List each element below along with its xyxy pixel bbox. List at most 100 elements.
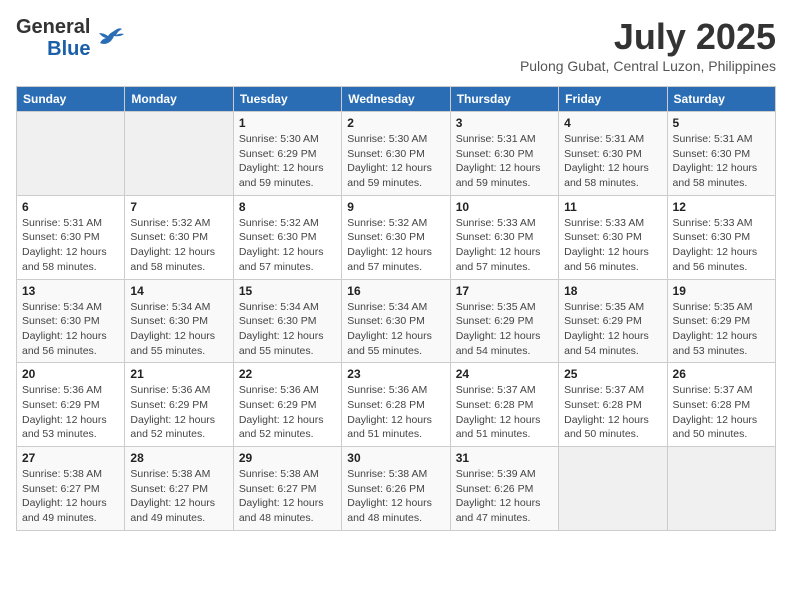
calendar-day-cell: 4 Sunrise: 5:31 AM Sunset: 6:30 PM Daylig…: [559, 112, 667, 196]
calendar-day-cell: 18 Sunrise: 5:35 AM Sunset: 6:29 PM Dayli…: [559, 279, 667, 363]
day-number: 28: [130, 451, 227, 465]
day-detail: Sunrise: 5:31 AM Sunset: 6:30 PM Dayligh…: [564, 132, 661, 191]
day-of-week-header: Monday: [125, 87, 233, 112]
calendar-day-cell: [17, 112, 125, 196]
day-detail: Sunrise: 5:37 AM Sunset: 6:28 PM Dayligh…: [564, 383, 661, 442]
location-subtitle: Pulong Gubat, Central Luzon, Philippines: [520, 58, 776, 74]
calendar-day-cell: 29 Sunrise: 5:38 AM Sunset: 6:27 PM Dayli…: [233, 447, 341, 531]
calendar-day-cell: 31Sunrise: 5:39 AM Sunset: 6:26 PM Dayli…: [450, 447, 558, 531]
day-number: 27: [22, 451, 119, 465]
calendar-day-cell: [559, 447, 667, 531]
day-detail: Sunrise: 5:32 AM Sunset: 6:30 PM Dayligh…: [239, 216, 336, 275]
calendar-day-cell: 13Sunrise: 5:34 AM Sunset: 6:30 PM Dayli…: [17, 279, 125, 363]
calendar-week-row: 6 Sunrise: 5:31 AM Sunset: 6:30 PM Daylig…: [17, 195, 776, 279]
calendar-day-cell: 27 Sunrise: 5:38 AM Sunset: 6:27 PM Dayli…: [17, 447, 125, 531]
calendar-day-cell: 22 Sunrise: 5:36 AM Sunset: 6:29 PM Dayli…: [233, 363, 341, 447]
calendar-day-cell: 12Sunrise: 5:33 AM Sunset: 6:30 PM Dayli…: [667, 195, 775, 279]
calendar-day-cell: [125, 112, 233, 196]
calendar-day-cell: 16 Sunrise: 5:34 AM Sunset: 6:30 PM Dayli…: [342, 279, 450, 363]
day-number: 17: [456, 284, 553, 298]
day-detail: Sunrise: 5:31 AM Sunset: 6:30 PM Dayligh…: [22, 216, 119, 275]
day-detail: Sunrise: 5:36 AM Sunset: 6:28 PM Dayligh…: [347, 383, 444, 442]
day-detail: Sunrise: 5:34 AM Sunset: 6:30 PM Dayligh…: [130, 300, 227, 359]
calendar-day-cell: 23 Sunrise: 5:36 AM Sunset: 6:28 PM Dayli…: [342, 363, 450, 447]
calendar-day-cell: 11 Sunrise: 5:33 AM Sunset: 6:30 PM Dayli…: [559, 195, 667, 279]
day-detail: Sunrise: 5:37 AM Sunset: 6:28 PM Dayligh…: [673, 383, 770, 442]
day-number: 9: [347, 200, 444, 214]
day-of-week-header: Tuesday: [233, 87, 341, 112]
day-detail: Sunrise: 5:31 AM Sunset: 6:30 PM Dayligh…: [456, 132, 553, 191]
logo: General Blue: [16, 16, 124, 60]
calendar-day-cell: 25 Sunrise: 5:37 AM Sunset: 6:28 PM Dayli…: [559, 363, 667, 447]
day-detail: Sunrise: 5:30 AM Sunset: 6:30 PM Dayligh…: [347, 132, 444, 191]
day-number: 3: [456, 116, 553, 130]
day-number: 5: [673, 116, 770, 130]
day-of-week-header: Sunday: [17, 87, 125, 112]
logo-bird-icon: [94, 23, 124, 53]
day-number: 22: [239, 367, 336, 381]
day-of-week-header: Thursday: [450, 87, 558, 112]
day-detail: Sunrise: 5:30 AM Sunset: 6:29 PM Dayligh…: [239, 132, 336, 191]
day-detail: Sunrise: 5:36 AM Sunset: 6:29 PM Dayligh…: [22, 383, 119, 442]
calendar-day-cell: 15 Sunrise: 5:34 AM Sunset: 6:30 PM Dayli…: [233, 279, 341, 363]
day-number: 21: [130, 367, 227, 381]
calendar-day-cell: 5 Sunrise: 5:31 AM Sunset: 6:30 PM Daylig…: [667, 112, 775, 196]
calendar-day-cell: 19Sunrise: 5:35 AM Sunset: 6:29 PM Dayli…: [667, 279, 775, 363]
page-header: General Blue July 2025 Pulong Gubat, Cen…: [16, 16, 776, 74]
day-number: 16: [347, 284, 444, 298]
calendar-day-cell: [667, 447, 775, 531]
day-number: 10: [456, 200, 553, 214]
day-number: 15: [239, 284, 336, 298]
calendar-day-cell: 6 Sunrise: 5:31 AM Sunset: 6:30 PM Daylig…: [17, 195, 125, 279]
day-detail: Sunrise: 5:38 AM Sunset: 6:27 PM Dayligh…: [130, 467, 227, 526]
calendar-day-cell: 3 Sunrise: 5:31 AM Sunset: 6:30 PM Daylig…: [450, 112, 558, 196]
title-block: July 2025 Pulong Gubat, Central Luzon, P…: [520, 16, 776, 74]
day-number: 6: [22, 200, 119, 214]
day-number: 1: [239, 116, 336, 130]
calendar-week-row: 13 Sunrise: 5:34 AM Sunset: 6:30 PM Dayli…: [17, 279, 776, 363]
day-detail: Sunrise: 5:34 AM Sunset: 6:30 PM Dayligh…: [347, 300, 444, 359]
day-number: 25: [564, 367, 661, 381]
day-detail: Sunrise: 5:33 AM Sunset: 6:30 PM Dayligh…: [564, 216, 661, 275]
day-number: 2: [347, 116, 444, 130]
day-detail: Sunrise: 5:32 AM Sunset: 6:30 PM Dayligh…: [347, 216, 444, 275]
day-detail: Sunrise: 5:35 AM Sunset: 6:29 PM Dayligh…: [564, 300, 661, 359]
day-detail: Sunrise: 5:38 AM Sunset: 6:27 PM Dayligh…: [22, 467, 119, 526]
day-detail: Sunrise: 5:38 AM Sunset: 6:27 PM Dayligh…: [239, 467, 336, 526]
day-number: 8: [239, 200, 336, 214]
day-of-week-header: Saturday: [667, 87, 775, 112]
day-detail: Sunrise: 5:34 AM Sunset: 6:30 PM Dayligh…: [239, 300, 336, 359]
day-number: 4: [564, 116, 661, 130]
day-detail: Sunrise: 5:35 AM Sunset: 6:29 PM Dayligh…: [456, 300, 553, 359]
day-number: 18: [564, 284, 661, 298]
day-detail: Sunrise: 5:35 AM Sunset: 6:29 PM Dayligh…: [673, 300, 770, 359]
calendar-day-cell: 7Sunrise: 5:32 AM Sunset: 6:30 PM Daylig…: [125, 195, 233, 279]
calendar-day-cell: 20Sunrise: 5:36 AM Sunset: 6:29 PM Dayli…: [17, 363, 125, 447]
month-year-title: July 2025: [520, 16, 776, 58]
calendar-day-cell: 14 Sunrise: 5:34 AM Sunset: 6:30 PM Dayli…: [125, 279, 233, 363]
day-number: 30: [347, 451, 444, 465]
calendar-day-cell: 28 Sunrise: 5:38 AM Sunset: 6:27 PM Dayli…: [125, 447, 233, 531]
day-detail: Sunrise: 5:39 AM Sunset: 6:26 PM Dayligh…: [456, 467, 553, 526]
calendar-week-row: 1 Sunrise: 5:30 AM Sunset: 6:29 PM Daylig…: [17, 112, 776, 196]
calendar-day-cell: 1 Sunrise: 5:30 AM Sunset: 6:29 PM Daylig…: [233, 112, 341, 196]
day-number: 13: [22, 284, 119, 298]
calendar-day-cell: 24 Sunrise: 5:37 AM Sunset: 6:28 PM Dayli…: [450, 363, 558, 447]
day-number: 7: [130, 200, 227, 214]
day-detail: Sunrise: 5:31 AM Sunset: 6:30 PM Dayligh…: [673, 132, 770, 191]
day-number: 29: [239, 451, 336, 465]
day-detail: Sunrise: 5:38 AM Sunset: 6:26 PM Dayligh…: [347, 467, 444, 526]
day-number: 14: [130, 284, 227, 298]
calendar-week-row: 20Sunrise: 5:36 AM Sunset: 6:29 PM Dayli…: [17, 363, 776, 447]
day-number: 11: [564, 200, 661, 214]
day-detail: Sunrise: 5:36 AM Sunset: 6:29 PM Dayligh…: [239, 383, 336, 442]
day-detail: Sunrise: 5:36 AM Sunset: 6:29 PM Dayligh…: [130, 383, 227, 442]
calendar-day-cell: 30 Sunrise: 5:38 AM Sunset: 6:26 PM Dayli…: [342, 447, 450, 531]
day-number: 23: [347, 367, 444, 381]
day-number: 26: [673, 367, 770, 381]
day-number: 24: [456, 367, 553, 381]
day-detail: Sunrise: 5:33 AM Sunset: 6:30 PM Dayligh…: [673, 216, 770, 275]
day-detail: Sunrise: 5:37 AM Sunset: 6:28 PM Dayligh…: [456, 383, 553, 442]
calendar-day-cell: 17 Sunrise: 5:35 AM Sunset: 6:29 PM Dayli…: [450, 279, 558, 363]
logo-general: General: [16, 16, 90, 38]
